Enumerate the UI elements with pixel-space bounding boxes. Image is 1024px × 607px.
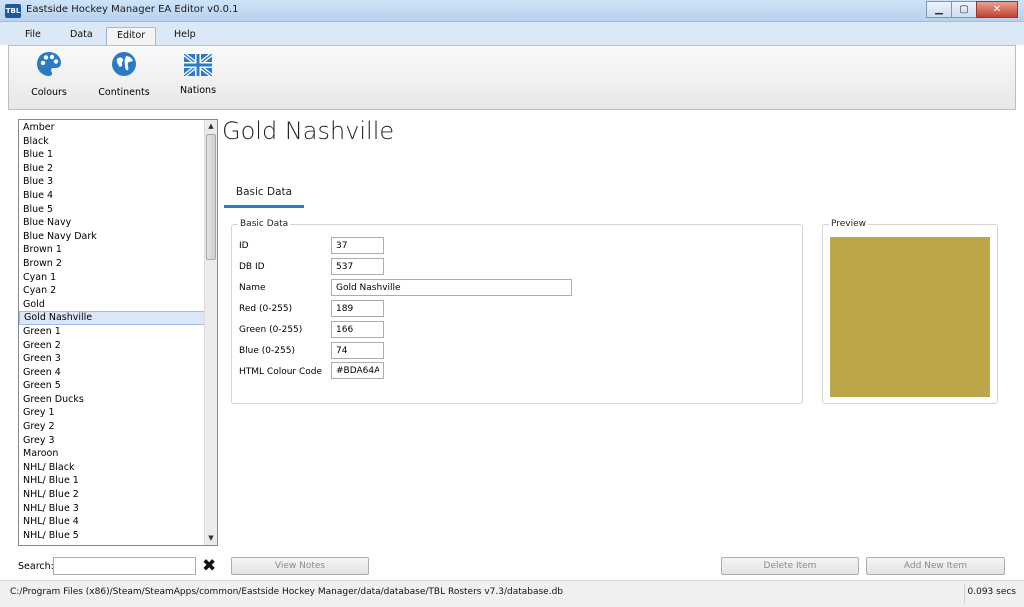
scroll-down-arrow-icon[interactable]: ▼ [205, 532, 217, 545]
window-controls: ▁ ▢ ✕ [926, 1, 1018, 19]
tab-file[interactable]: File [25, 29, 41, 40]
list-item[interactable]: Blue Navy Dark [19, 230, 205, 244]
list-item[interactable]: Maroon [19, 447, 205, 461]
list-item[interactable]: Green Ducks [19, 393, 205, 407]
list-item[interactable]: Green 5 [19, 379, 205, 393]
nations-label: Nations [179, 85, 217, 96]
list-item[interactable]: Blue 2 [19, 162, 205, 176]
list-item[interactable]: Brown 2 [19, 257, 205, 271]
list-item[interactable]: Brown 1 [19, 243, 205, 257]
blue-label: Blue (0-255) [239, 346, 295, 356]
list-item[interactable]: Cyan 2 [19, 284, 205, 298]
close-icon: ✕ [992, 4, 1002, 15]
scroll-thumb[interactable] [206, 134, 216, 260]
list-item[interactable]: Blue 5 [19, 203, 205, 217]
list-item[interactable]: Gold [19, 298, 205, 312]
search-input[interactable] [53, 557, 196, 575]
page-title: Gold Nashville [222, 117, 395, 145]
red-field[interactable] [331, 300, 384, 317]
list-items: Amber Black Blue 1 Blue 2 Blue 3 Blue 4 Blue 5… [19, 121, 205, 542]
list-item[interactable]: Green 2 [19, 339, 205, 353]
colour-preview-swatch [830, 237, 990, 397]
list-item[interactable]: Blue 4 [19, 189, 205, 203]
db-id-field[interactable] [331, 258, 384, 275]
ribbon-tabstrip: File Data Editor Help [0, 22, 1024, 46]
blue-field[interactable] [331, 342, 384, 359]
list-item[interactable]: Blue 1 [19, 148, 205, 162]
tab-data[interactable]: Data [70, 29, 93, 40]
list-item[interactable]: Black [19, 135, 205, 149]
id-field[interactable] [331, 237, 384, 254]
ribbon-panel: Colours Continents Nations [8, 45, 1016, 110]
title-bar: TBL Eastside Hockey Manager EA Editor v0… [0, 0, 1024, 22]
list-scrollbar[interactable]: ▲ ▼ [204, 120, 217, 545]
list-item[interactable]: NHL/ Black [19, 461, 205, 475]
colours-label: Colours [31, 87, 67, 98]
close-window-button[interactable]: ✕ [976, 1, 1018, 18]
status-bar: C:/Program Files (x86)/Steam/SteamApps/c… [0, 580, 1024, 607]
green-label: Green (0-255) [239, 325, 303, 335]
name-field[interactable] [331, 279, 572, 296]
database-path: C:/Program Files (x86)/Steam/SteamApps/c… [10, 587, 564, 597]
name-label: Name [239, 283, 266, 293]
list-item[interactable]: Grey 1 [19, 406, 205, 420]
list-item[interactable]: Blue 3 [19, 175, 205, 189]
html-colour-code-field[interactable] [331, 362, 384, 379]
load-time: 0.093 secs [967, 587, 1017, 597]
list-item[interactable]: Green 4 [19, 366, 205, 380]
globe-icon [112, 52, 136, 76]
colour-list[interactable]: Amber Black Blue 1 Blue 2 Blue 3 Blue 4 Blue 5… [18, 119, 218, 546]
list-item[interactable]: Grey 2 [19, 420, 205, 434]
minimize-icon: ▁ [935, 4, 943, 15]
html-colour-code-label: HTML Colour Code [239, 367, 323, 377]
db-id-label: DB ID [239, 262, 265, 272]
minimize-button[interactable]: ▁ [926, 1, 952, 18]
list-item[interactable]: NHL/ Blue 2 [19, 488, 205, 502]
list-item[interactable]: NHL/ Blue 5 [19, 529, 205, 543]
tab-editor[interactable]: Editor [106, 27, 157, 46]
list-item[interactable]: Amber [19, 121, 205, 135]
basic-data-group-label: Basic Data [238, 219, 291, 229]
list-item[interactable]: Green 1 [19, 325, 205, 339]
status-divider [964, 584, 965, 604]
window-title: Eastside Hockey Manager EA Editor v0.0.1 [26, 4, 239, 15]
red-label: Red (0-255) [239, 304, 293, 314]
scroll-up-arrow-icon[interactable]: ▲ [205, 120, 217, 133]
view-notes-button[interactable]: View Notes [231, 557, 369, 575]
list-item[interactable]: Blue Navy [19, 216, 205, 230]
list-item[interactable]: Cyan 1 [19, 271, 205, 285]
tab-active-indicator [224, 205, 304, 208]
delete-item-button[interactable]: Delete Item [721, 557, 859, 575]
list-item[interactable]: Green 3 [19, 352, 205, 366]
app-logo-icon: TBL [5, 4, 21, 18]
search-label: Search: [18, 561, 54, 572]
continents-button[interactable]: Continents [84, 50, 164, 98]
palette-icon [37, 52, 61, 76]
colours-button[interactable]: Colours [9, 50, 89, 98]
tab-basic-data[interactable]: Basic Data [224, 186, 304, 198]
maximize-icon: ▢ [959, 4, 969, 15]
maximize-button[interactable]: ▢ [951, 1, 977, 18]
union-jack-flag-icon [182, 52, 214, 78]
tab-help[interactable]: Help [174, 29, 196, 40]
list-item[interactable]: NHL/ Blue 3 [19, 502, 205, 516]
continents-label: Continents [98, 87, 150, 98]
nations-button[interactable]: Nations [158, 50, 238, 96]
id-label: ID [239, 241, 249, 251]
add-new-item-button[interactable]: Add New Item [866, 557, 1005, 575]
list-item[interactable]: Grey 3 [19, 434, 205, 448]
list-item[interactable]: Gold Nashville [19, 311, 205, 325]
green-field[interactable] [331, 321, 384, 338]
preview-label: Preview [829, 219, 869, 229]
clear-search-icon[interactable]: ✖ [202, 557, 216, 575]
basic-data-group: Basic Data [231, 219, 803, 404]
list-item[interactable]: NHL/ Blue 4 [19, 515, 205, 529]
list-item[interactable]: NHL/ Blue 1 [19, 474, 205, 488]
